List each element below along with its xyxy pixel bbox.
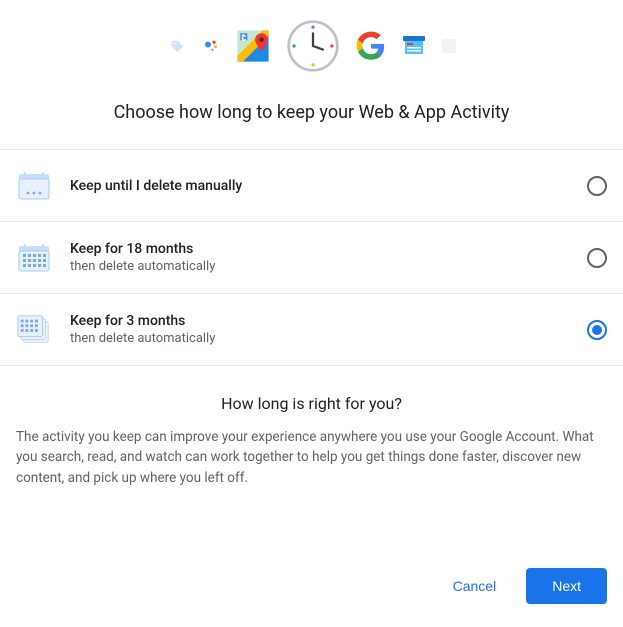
info-body: The activity you keep can improve your e… [16, 427, 607, 488]
options-list: Keep until I delete manually Keep for 18… [0, 149, 623, 366]
cancel-button[interactable]: Cancel [441, 568, 509, 604]
assistant-icon [202, 37, 220, 55]
next-button[interactable]: Next [526, 568, 607, 604]
tag-icon [168, 37, 186, 55]
page-title: Choose how long to keep your Web & App A… [0, 102, 623, 123]
option-keep-3-months[interactable]: Keep for 3 months then delete automatica… [0, 294, 623, 366]
info-title: How long is right for you? [16, 394, 607, 413]
radio-selected-icon[interactable] [587, 320, 607, 340]
clock-icon [286, 19, 340, 73]
radio-unselected-icon[interactable] [587, 248, 607, 268]
radio-unselected-icon[interactable] [587, 176, 607, 196]
news-icon [402, 35, 426, 57]
option-label: Keep for 3 months [70, 313, 587, 329]
google-g-icon [356, 31, 386, 61]
option-keep-manual[interactable]: Keep until I delete manually [0, 150, 623, 222]
option-keep-18-months[interactable]: Keep for 18 months then delete automatic… [0, 222, 623, 294]
calendar-stack-icon [16, 314, 52, 346]
option-sub: then delete automatically [70, 331, 587, 346]
footer-actions: Cancel Next [0, 508, 623, 624]
option-label: Keep for 18 months [70, 241, 587, 257]
option-sub: then delete automatically [70, 259, 587, 274]
calendar-single-icon [16, 170, 52, 202]
calendar-grid-icon [16, 242, 52, 274]
info-section: How long is right for you? The activity … [0, 366, 623, 508]
decorative-square [442, 39, 456, 53]
option-label: Keep until I delete manually [70, 178, 587, 194]
header-icon-row [0, 0, 623, 80]
maps-icon [236, 29, 270, 63]
